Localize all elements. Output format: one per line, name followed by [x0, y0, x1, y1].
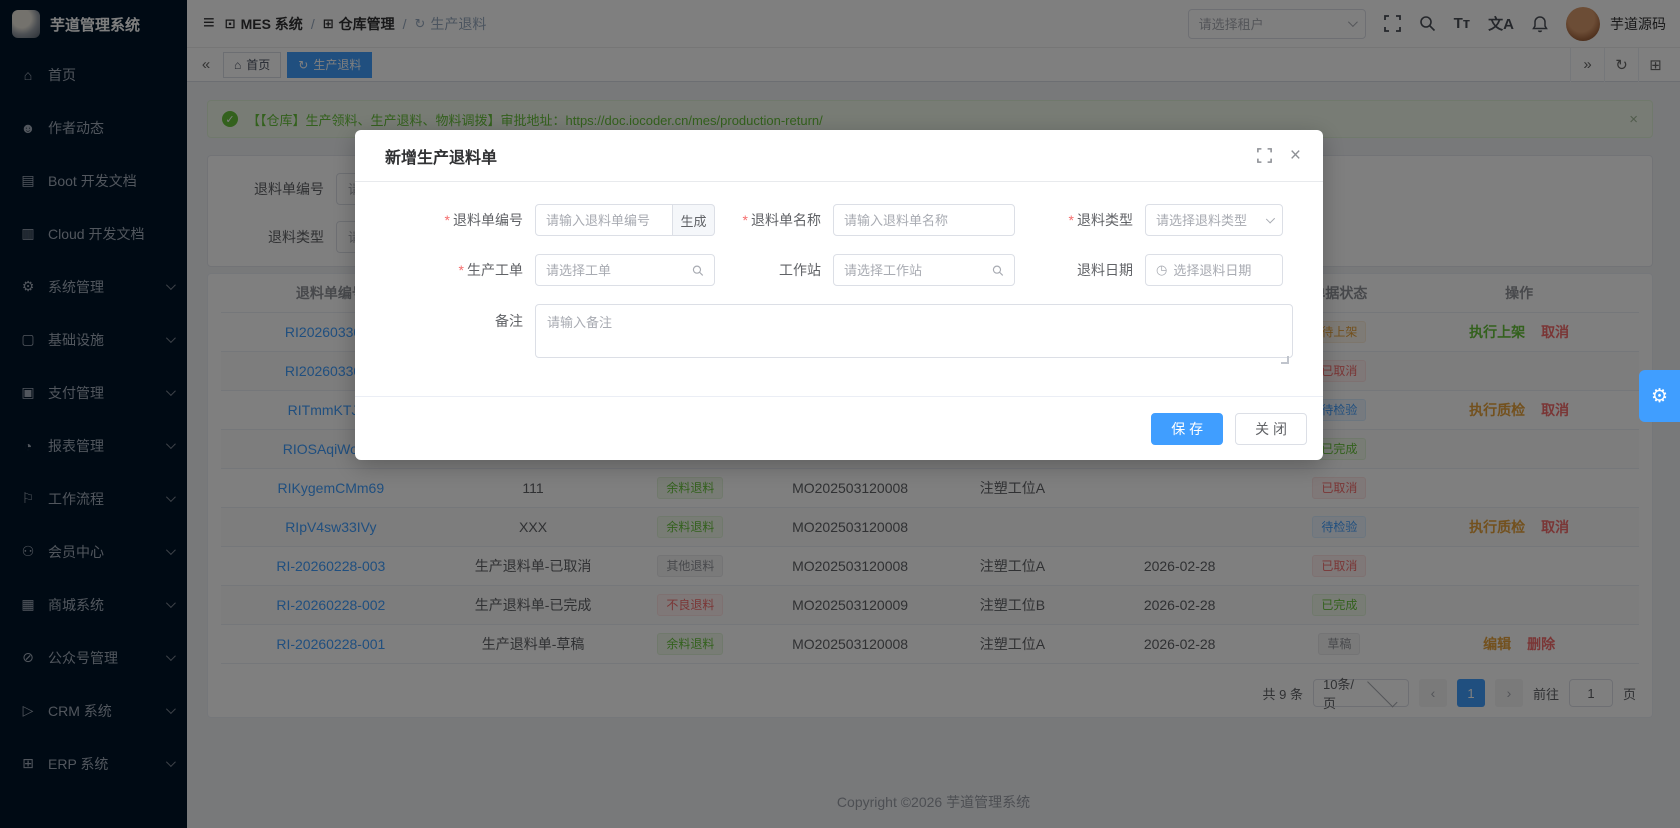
- type-select[interactable]: [1145, 204, 1283, 236]
- form-item-type: * 退料类型: [1015, 204, 1283, 236]
- order-select[interactable]: [535, 254, 715, 286]
- form-item-order: * 生产工单: [385, 254, 715, 286]
- required-asterisk: *: [1068, 212, 1074, 228]
- name-input[interactable]: [833, 204, 1015, 236]
- field-label: 备注: [495, 313, 523, 329]
- form-row: *退料单编号 生成 *退料单名称 *退料类型: [385, 204, 1293, 236]
- field-label: * 退料单编号: [444, 212, 523, 228]
- dialog-close-icon[interactable]: ×: [1290, 145, 1301, 167]
- form-item-station: 工作站: [715, 254, 1015, 286]
- field-label: 退料日期: [1077, 262, 1133, 278]
- required-asterisk: *: [458, 262, 464, 278]
- save-button[interactable]: 保 存: [1151, 412, 1224, 445]
- form-row: *生产工单 工作站 退料日期 ◷: [385, 254, 1293, 286]
- search-icon: [693, 265, 704, 276]
- field-label: * 退料类型: [1068, 212, 1133, 228]
- dialog-title: 新增生产退料单: [385, 149, 498, 167]
- form-item-code: *退料单编号 生成: [385, 204, 715, 236]
- clock-icon: ◷: [1156, 262, 1168, 277]
- dialog-fullscreen-icon[interactable]: [1256, 148, 1272, 163]
- station-select[interactable]: [833, 254, 1015, 286]
- required-asterisk: *: [742, 212, 748, 228]
- dialog-footer: 保 存 关 闭: [355, 396, 1323, 460]
- form-item-date: 退料日期 ◷: [1015, 254, 1283, 286]
- remark-textarea[interactable]: [535, 304, 1293, 358]
- chevron-down-icon: [1265, 213, 1275, 224]
- dialog-header: 新增生产退料单 ×: [355, 130, 1323, 182]
- close-button[interactable]: 关 闭: [1235, 412, 1307, 445]
- dialog-body: *退料单编号 生成 *退料单名称 *退料类型 *生产工单: [355, 182, 1323, 396]
- theme-settings-gear-icon[interactable]: ⚙: [1639, 370, 1680, 422]
- form-row: 备注: [385, 304, 1293, 358]
- date-picker[interactable]: ◷: [1145, 254, 1283, 286]
- search-icon: [993, 265, 1004, 276]
- field-label: * 生产工单: [458, 262, 523, 278]
- field-label: 工作站: [779, 262, 821, 278]
- form-item-name: * 退料单名称: [715, 204, 1015, 236]
- add-return-order-dialog: 新增生产退料单 × *退料单编号 生成 *退料单名称 *退料类型: [355, 130, 1323, 460]
- generate-code-button[interactable]: 生成: [673, 204, 715, 236]
- required-asterisk: *: [444, 212, 450, 228]
- code-input[interactable]: [535, 204, 673, 236]
- code-input-group: 生成: [535, 204, 715, 236]
- field-label: * 退料单名称: [742, 212, 821, 228]
